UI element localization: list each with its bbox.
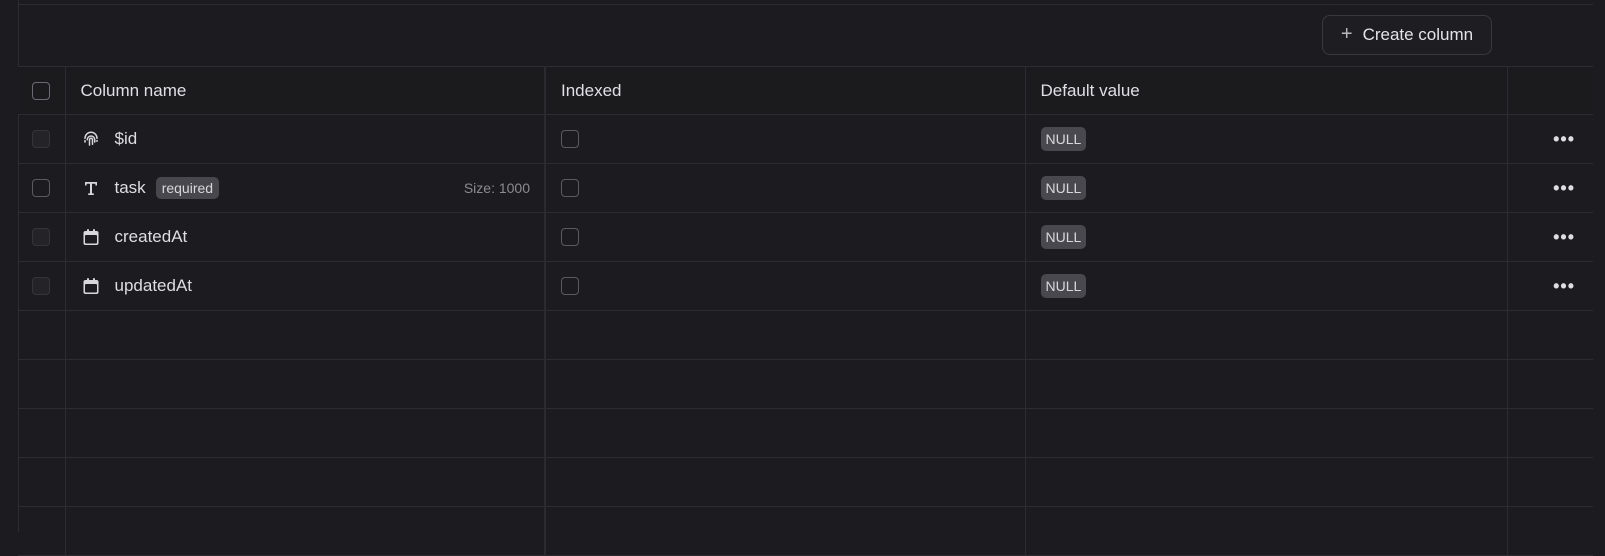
row-checkbox[interactable] [32, 228, 51, 246]
select-all-checkbox[interactable] [32, 81, 51, 100]
empty-cell [1025, 310, 1508, 360]
column-name: task [114, 178, 146, 197]
column-name-cell: task required Size: 1000 [65, 163, 546, 213]
indexed-cell [545, 114, 1026, 164]
default-value-badge: NULL [1040, 274, 1087, 298]
empty-cell [1025, 457, 1508, 507]
indexed-checkbox[interactable] [561, 130, 579, 148]
calendar-icon [81, 276, 101, 296]
empty-cell [18, 457, 66, 507]
row-checkbox-cell [18, 261, 66, 311]
create-column-label: Create column [1362, 25, 1474, 44]
empty-cell [545, 506, 1026, 556]
empty-row [18, 359, 1593, 409]
columns-table: Column name Indexed Default value $id NU… [18, 66, 1593, 556]
empty-cell [1507, 359, 1593, 409]
header-indexed: Indexed [545, 66, 1026, 115]
column-name-cell: $id [65, 114, 546, 164]
column-name: $id [114, 129, 138, 148]
table-row[interactable]: updatedAt NULL ••• [18, 261, 1594, 311]
default-value-badge: NULL [1040, 127, 1087, 151]
indexed-checkbox[interactable] [561, 277, 579, 295]
empty-cell [1507, 310, 1593, 360]
indexed-cell [545, 163, 1026, 213]
actions-cell: ••• [1507, 163, 1594, 213]
indexed-checkbox[interactable] [561, 179, 579, 197]
empty-cell [18, 506, 66, 556]
fingerprint-icon [81, 129, 101, 149]
row-checkbox[interactable] [32, 179, 51, 197]
table-row[interactable]: createdAt NULL ••• [18, 212, 1594, 262]
more-horizontal-icon[interactable]: ••• [1508, 129, 1594, 150]
empty-row [18, 457, 1593, 507]
empty-cell [18, 359, 66, 409]
column-name: updatedAt [114, 276, 193, 295]
empty-row [18, 310, 1593, 360]
header-default-value: Default value [1025, 66, 1508, 115]
empty-cell [65, 506, 546, 556]
empty-cell [545, 310, 1026, 360]
empty-cell [1507, 506, 1593, 556]
more-horizontal-icon[interactable]: ••• [1508, 178, 1594, 199]
table-header-row: Column name Indexed Default value [18, 66, 1593, 115]
header-checkbox-cell [18, 66, 66, 115]
empty-cell [545, 408, 1026, 458]
header-column-name: Column name [65, 66, 546, 115]
empty-cell [65, 359, 546, 409]
plus-icon: + [1340, 23, 1353, 45]
default-value-badge: NULL [1040, 225, 1087, 249]
create-column-button[interactable]: + Create column [1322, 15, 1492, 55]
default-value-cell: NULL [1025, 163, 1508, 213]
row-checkbox[interactable] [32, 130, 51, 148]
column-name-cell: createdAt [65, 212, 546, 262]
empty-cell [1025, 408, 1508, 458]
table-row[interactable]: task required Size: 1000 NULL ••• [18, 163, 1594, 213]
table-row[interactable]: $id NULL ••• [18, 114, 1594, 164]
default-value-cell: NULL [1025, 261, 1508, 311]
actions-cell: ••• [1507, 261, 1594, 311]
row-checkbox-cell [18, 163, 66, 213]
empty-row [18, 506, 1593, 556]
indexed-cell [545, 212, 1026, 262]
empty-cell [545, 359, 1026, 409]
row-checkbox-cell [18, 212, 66, 262]
row-checkbox-cell [18, 114, 66, 164]
empty-cell [1507, 408, 1593, 458]
empty-row [18, 408, 1593, 458]
header-actions [1507, 66, 1593, 115]
empty-cell [1025, 506, 1508, 556]
default-value-cell: NULL [1025, 114, 1508, 164]
empty-cell [18, 310, 66, 360]
calendar-icon [81, 227, 101, 247]
size-label: Size: 1000 [463, 180, 530, 196]
actions-cell: ••• [1507, 114, 1594, 164]
empty-cell [1025, 359, 1508, 409]
default-value-badge: NULL [1040, 176, 1087, 200]
empty-cell [18, 408, 66, 458]
text-type-icon [81, 178, 101, 198]
divider [19, 4, 1593, 5]
required-badge: required [155, 177, 220, 199]
empty-cell [545, 457, 1026, 507]
indexed-checkbox[interactable] [561, 228, 579, 246]
empty-cell [1507, 457, 1593, 507]
column-name: createdAt [114, 227, 188, 246]
actions-cell: ••• [1507, 212, 1594, 262]
more-horizontal-icon[interactable]: ••• [1508, 276, 1594, 297]
column-name-cell: updatedAt [65, 261, 546, 311]
empty-cell [65, 457, 546, 507]
more-horizontal-icon[interactable]: ••• [1508, 227, 1594, 248]
empty-cell [65, 408, 546, 458]
default-value-cell: NULL [1025, 212, 1508, 262]
empty-cell [65, 310, 546, 360]
indexed-cell [545, 261, 1026, 311]
row-checkbox[interactable] [32, 277, 51, 295]
